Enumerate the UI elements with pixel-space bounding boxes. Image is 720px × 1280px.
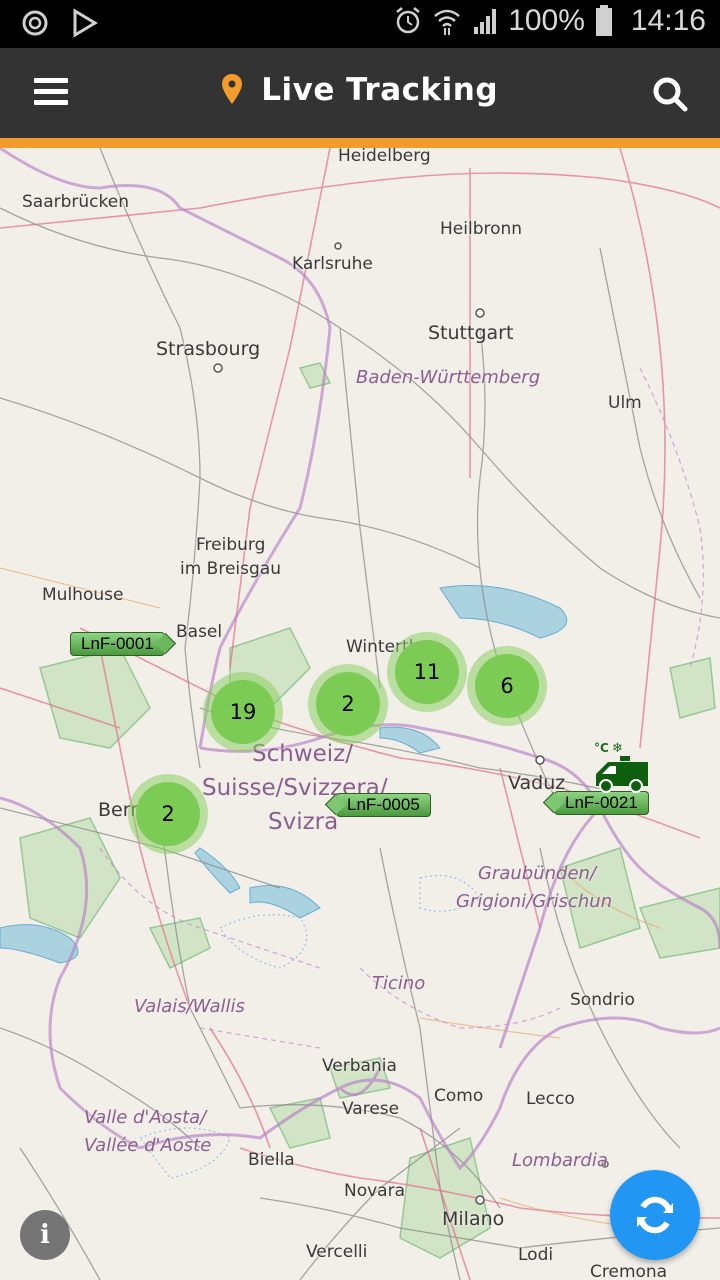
svg-text:❄: ❄ xyxy=(612,741,623,756)
map-label-heilbronn: Heilbronn xyxy=(440,219,523,239)
map-label-strasbourg: Strasbourg xyxy=(156,338,261,360)
map-label-biella: Biella xyxy=(248,1150,295,1170)
app-bar-accent-line xyxy=(0,138,720,148)
map-label-vercelli: Vercelli xyxy=(306,1242,368,1262)
status-bar: 100% 14:16 xyxy=(0,0,720,48)
info-button[interactable]: i xyxy=(20,1210,70,1260)
map-label-sondrio: Sondrio xyxy=(570,990,635,1010)
map-region-graubuenden: Graubünden/ xyxy=(478,863,597,884)
map-label-heidelberg: Heidelberg xyxy=(338,148,431,166)
svg-text:°C: °C xyxy=(594,741,609,755)
signal-icon xyxy=(474,9,497,34)
vehicle-cluster[interactable]: 19 xyxy=(203,672,283,752)
wifi-icon xyxy=(434,9,460,35)
refresh-button[interactable] xyxy=(610,1170,700,1260)
map-label-como: Como xyxy=(434,1086,484,1106)
vehicle-cluster[interactable]: 6 xyxy=(467,646,547,726)
map-label-basel: Basel xyxy=(176,622,223,642)
map-label-varese: Varese xyxy=(342,1099,400,1119)
map-region-vallee-daoste: Vallée d'Aoste xyxy=(84,1135,212,1156)
page-title: Live Tracking xyxy=(0,72,720,108)
map-region-ticino: Ticino xyxy=(372,973,426,994)
clock: 14:16 xyxy=(630,4,706,37)
play-store-icon xyxy=(73,8,98,38)
map-label-novara: Novara xyxy=(344,1181,406,1201)
map-region-valle-daosta: Valle d'Aosta/ xyxy=(84,1107,207,1128)
map-region-grigioni: Grigioni/Grischun xyxy=(456,891,613,912)
map-label-saarbruecken: Saarbrücken xyxy=(22,192,129,212)
map-region-svizra: Svizra xyxy=(268,809,339,835)
map-label-verbania: Verbania xyxy=(322,1056,397,1076)
map-label-cremona: Cremona xyxy=(590,1262,668,1280)
app-bar: Live Tracking xyxy=(0,48,720,138)
map-label-ulm: Ulm xyxy=(608,393,642,413)
vehicle-label-lnf-0005[interactable]: LnF-0005 xyxy=(336,793,431,817)
map-label-lodi: Lodi xyxy=(518,1245,554,1265)
vehicle-cluster[interactable]: 2 xyxy=(308,664,388,744)
battery-percent: 100% xyxy=(508,4,585,37)
map-label-karlsruhe: Karlsruhe xyxy=(292,254,373,274)
map-label-freiburg: Freiburg xyxy=(196,535,266,555)
location-pin-icon xyxy=(221,73,242,104)
map-view[interactable]: Heidelberg Saarbrücken Heilbronn Karlsru… xyxy=(0,148,720,1280)
sync-icon xyxy=(22,10,48,36)
map-label-im-breisgau: im Breisgau xyxy=(180,559,281,579)
map-label-mulhouse: Mulhouse xyxy=(42,585,124,605)
map-region-valais: Valais/Wallis xyxy=(134,996,245,1017)
alarm-icon xyxy=(396,7,420,34)
map-label-stuttgart: Stuttgart xyxy=(428,322,514,344)
info-icon: i xyxy=(40,1220,50,1250)
map-region-baden-wuerttemberg: Baden-Württemberg xyxy=(356,367,541,388)
map-label-lecco: Lecco xyxy=(526,1089,575,1109)
search-icon[interactable] xyxy=(652,76,688,112)
title-text: Live Tracking xyxy=(261,72,499,108)
refrigerated-truck-icon[interactable]: °C ❄ xyxy=(590,740,656,796)
battery-icon xyxy=(595,5,612,36)
vehicle-label-lnf-0001[interactable]: LnF-0001 xyxy=(70,632,165,656)
vehicle-cluster[interactable]: 2 xyxy=(128,774,208,854)
refresh-icon xyxy=(637,1196,673,1234)
map-region-lombardia: Lombardia xyxy=(512,1150,608,1171)
map-label-milano: Milano xyxy=(442,1208,505,1230)
vehicle-cluster[interactable]: 11 xyxy=(387,632,467,712)
